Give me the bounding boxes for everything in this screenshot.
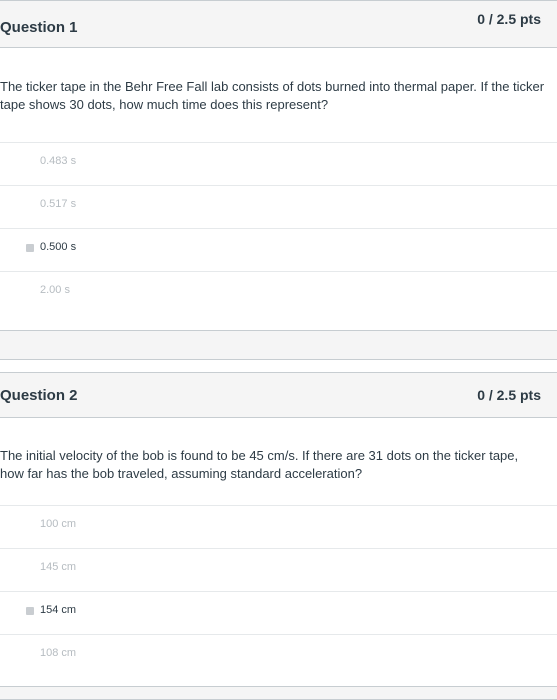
answer-label: 0.483 s xyxy=(40,155,77,167)
answer-marker-icon xyxy=(26,158,34,166)
answer-marker-icon xyxy=(26,201,34,209)
answer-label: 0.500 s xyxy=(40,241,77,253)
question-2-answers: 100 cm 145 cm 154 cm 108 cm xyxy=(0,505,557,677)
question-1-answer-1[interactable]: 0.483 s xyxy=(0,142,557,185)
question-2-header: Question 2 0 / 2.5 pts xyxy=(0,372,557,418)
answer-marker-icon xyxy=(26,521,34,529)
question-2-answer-3[interactable]: 154 cm xyxy=(0,591,557,634)
answer-marker-icon xyxy=(26,650,34,658)
question-1-title: Question 1 xyxy=(0,19,78,36)
question-2-points: 0 / 2.5 pts xyxy=(477,387,541,403)
question-2-answer-1[interactable]: 100 cm xyxy=(0,505,557,548)
question-1-points: 0 / 2.5 pts xyxy=(477,11,541,27)
answer-label: 108 cm xyxy=(40,647,77,659)
selected-answer-icon xyxy=(26,244,34,252)
question-2-answer-4[interactable]: 108 cm xyxy=(0,634,557,677)
answer-label: 2.00 s xyxy=(40,284,70,296)
question-1-answers: 0.483 s 0.517 s 0.500 s 2.00 s xyxy=(0,142,557,314)
selected-answer-icon xyxy=(26,607,34,615)
answer-label: 154 cm xyxy=(40,604,77,616)
question-1-text: The ticker tape in the Behr Free Fall la… xyxy=(0,79,545,112)
answer-label: 0.517 s xyxy=(40,198,77,210)
answer-marker-icon xyxy=(26,287,34,295)
question-2-answer-2[interactable]: 145 cm xyxy=(0,548,557,591)
question-1-header: Question 1 0 / 2.5 pts xyxy=(0,0,557,48)
answer-marker-icon xyxy=(26,564,34,572)
question-gap xyxy=(0,360,557,372)
question-2-title: Question 2 xyxy=(0,387,78,404)
question-2-footer xyxy=(0,686,557,700)
question-2-text: The initial velocity of the bob is found… xyxy=(0,448,519,481)
question-1-footer xyxy=(0,330,557,360)
question-1-answer-3[interactable]: 0.500 s xyxy=(0,228,557,271)
question-1-answer-4[interactable]: 2.00 s xyxy=(0,271,557,314)
answer-label: 145 cm xyxy=(40,561,77,573)
question-1-answer-2[interactable]: 0.517 s xyxy=(0,185,557,228)
answer-label: 100 cm xyxy=(40,518,77,530)
